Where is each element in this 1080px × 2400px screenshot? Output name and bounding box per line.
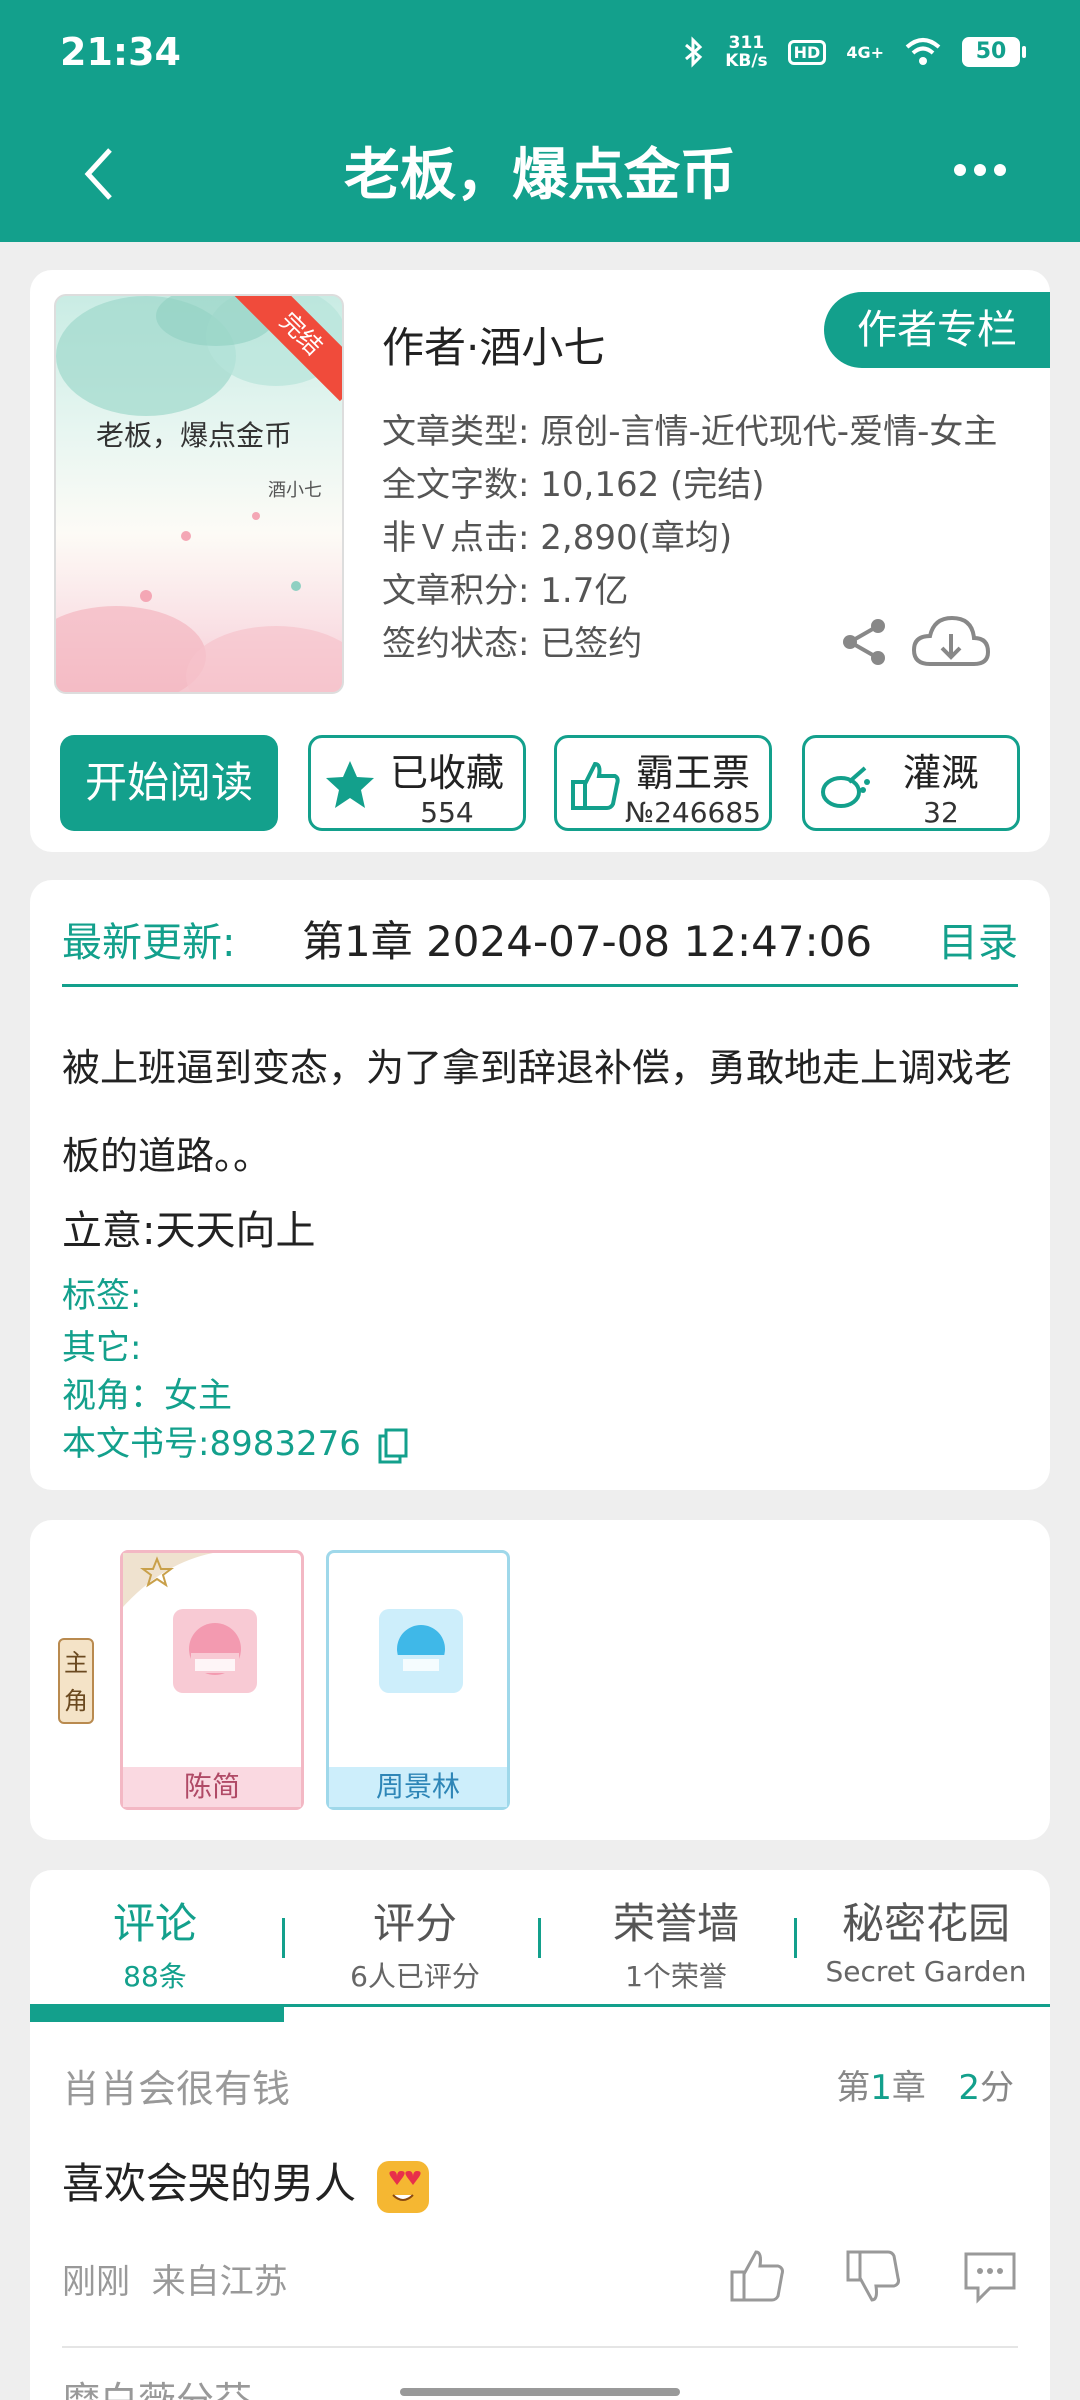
collect-button[interactable]: 已收藏 554: [308, 735, 526, 831]
book-info-card: 老板，爆点金币 酒小七 完结 作者·酒小七 作者专栏 文章类型: 原创-言情-近…: [30, 270, 1050, 852]
tab-honor-wall[interactable]: 荣誉墙 1个荣誉: [556, 1890, 796, 1995]
battery-icon: 50: [962, 37, 1026, 67]
catalog-link[interactable]: 目录: [938, 910, 1018, 968]
network-speed: 311 KB/s: [725, 33, 768, 71]
comment-username[interactable]: 肖肖会很有钱: [62, 2058, 290, 2113]
comment-actions: [728, 2246, 1020, 2306]
like-icon[interactable]: [728, 2246, 788, 2306]
author-name[interactable]: 作者·酒小七: [382, 314, 605, 375]
divider: [62, 984, 1018, 987]
status-icons: 311 KB/s HD 4G+ 50: [683, 33, 1026, 71]
start-reading-button[interactable]: 开始阅读: [60, 735, 278, 831]
other-label: 其它:: [62, 1328, 142, 1368]
latest-update-text[interactable]: 第1章 2024-07-08 12:47:06: [302, 908, 872, 969]
meta-clicks: 非Ｖ点击: 2,890(章均): [382, 518, 733, 558]
signal-icon: 4G+: [846, 42, 884, 62]
download-icon[interactable]: [910, 610, 992, 674]
character-card[interactable]: 陈简: [120, 1550, 304, 1810]
bluetooth-icon: [685, 36, 703, 68]
role-tag: 主角: [58, 1638, 94, 1724]
wifi-icon: [905, 38, 941, 65]
book-meta: 文章类型: 原创-言情-近代现代-爱情-女主 全文字数: 10,162 (完结)…: [382, 406, 997, 671]
watering-icon: [821, 766, 870, 808]
vote-ticket-button[interactable]: 霸王票 №246685: [554, 735, 772, 831]
characters-card: 主角 陈简 周景林: [30, 1520, 1050, 1840]
home-indicator[interactable]: [400, 2388, 680, 2396]
tab-separator: [538, 1918, 541, 1958]
tab-secret-garden[interactable]: 秘密花园 Secret Garden: [806, 1890, 1046, 1988]
star-badge-icon: [123, 1553, 213, 1607]
view-label: 视角：女主: [62, 1376, 232, 1416]
tab-active-indicator: [30, 2004, 284, 2022]
meta-type: 文章类型: 原创-言情-近代现代-爱情-女主: [382, 412, 998, 452]
author-column-button[interactable]: 作者专栏: [824, 292, 1050, 368]
cover-author: 酒小七: [268, 480, 322, 501]
tab-comments[interactable]: 评论 88条: [60, 1890, 250, 1995]
divider: [62, 2346, 1018, 2348]
meta-score: 文章积分: 1.7亿: [382, 571, 629, 611]
copy-icon[interactable]: [378, 1428, 408, 1464]
avatar: [379, 1609, 463, 1693]
comments-card: 评论 88条 评分 6人已评分 荣誉墙 1个荣誉 秘密花园 Secret Gar…: [30, 1870, 1050, 2400]
share-icon[interactable]: [838, 616, 890, 668]
heart-eyes-icon: [377, 2160, 430, 2213]
latest-update-label: 最新更新:: [62, 920, 236, 966]
meta-word-count: 全文字数: 10,162 (完结): [382, 465, 765, 505]
status-bar: 21:34 311 KB/s HD 4G+ 50: [0, 0, 1080, 110]
dislike-icon[interactable]: [844, 2246, 904, 2306]
meta-contract: 签约状态: 已签约: [382, 624, 643, 664]
star-icon: [326, 761, 374, 808]
update-card: 最新更新: 第1章 2024-07-08 12:47:06 目录 被上班逼到变态…: [30, 880, 1050, 1490]
nav-bar: 老板，爆点金币: [0, 110, 1080, 242]
thumbs-up-icon: [571, 761, 620, 810]
comment-meta: 刚刚 来自江苏: [62, 2262, 288, 2302]
book-number[interactable]: 本文书号:8983276: [62, 1416, 408, 1465]
tab-separator: [794, 1918, 797, 1958]
character-name: 周景林: [329, 1767, 507, 1807]
book-summary: 被上班逼到变态，为了拿到辞退补偿，勇敢地走上调戏老板的道路。。: [62, 1046, 1013, 1178]
tags-label[interactable]: 标签:: [62, 1268, 141, 1317]
tab-separator: [282, 1918, 285, 1958]
page-title: 老板，爆点金币: [344, 143, 736, 208]
irrigate-button[interactable]: 灌溉 32: [802, 735, 1020, 831]
status-time: 21:34: [60, 30, 181, 74]
character-name: 陈简: [123, 1767, 301, 1807]
comment-text: 喜欢会哭的男人: [62, 2150, 430, 2213]
hd-icon: HD: [787, 39, 827, 65]
book-idea: 立意:天天向上: [62, 1208, 316, 1254]
avatar: [173, 1609, 257, 1693]
cover-title: 老板，爆点金币: [96, 419, 293, 452]
book-cover[interactable]: 老板，爆点金币 酒小七 完结: [54, 294, 344, 694]
tab-ratings[interactable]: 评分 6人已评分: [300, 1890, 530, 1995]
reply-icon[interactable]: [960, 2246, 1020, 2306]
comment-chapter-score: 第1章 2分: [836, 2068, 1014, 2108]
character-card[interactable]: 周景林: [326, 1550, 510, 1810]
comment-username[interactable]: 摩白薇分芬: [62, 2370, 252, 2400]
more-icon[interactable]: [952, 140, 1008, 213]
